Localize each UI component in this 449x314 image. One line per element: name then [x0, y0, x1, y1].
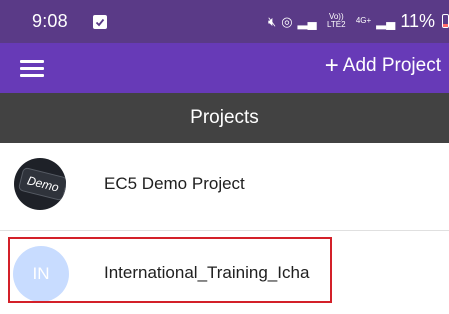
add-project-label: Add Project [342, 55, 441, 76]
project-name: EC5 Demo Project [104, 174, 245, 193]
project-avatar: Demo [14, 158, 66, 210]
projects-header: Projects [0, 93, 449, 143]
status-bar: 9:08 🔇︎ ◎ ▂▄ Vo)) LTE2 4G+ ▂▄ 11% [0, 0, 449, 43]
divider [0, 230, 449, 231]
add-project-button[interactable]: + Add Project [325, 54, 441, 78]
status-icons: 🔇︎ ◎ ▂▄ Vo)) LTE2 4G+ ▂▄ 11% [268, 9, 449, 33]
gallery-check-icon [93, 15, 107, 29]
battery-percentage: 11% [400, 10, 436, 31]
project-avatar: IN [13, 246, 69, 302]
toolbar: + Add Project [0, 43, 449, 93]
mute-icon: 🔇︎ [268, 13, 277, 29]
status-time: 9:08 [32, 11, 68, 31]
network-label: 4G+ [355, 16, 372, 25]
menu-icon[interactable] [20, 58, 46, 78]
page-title: Projects [190, 107, 259, 128]
battery-icon [442, 14, 449, 28]
plus-icon: + [324, 52, 339, 79]
signal-icon: ▂▄ [376, 13, 396, 29]
hotspot-icon: ◎ [281, 13, 293, 29]
demo-logo: Demo [17, 166, 66, 202]
volte-label: Vo)) LTE2 [327, 12, 346, 29]
project-list-item[interactable]: IN International_Training_Icha [0, 232, 449, 314]
project-list-item[interactable]: Demo EC5 Demo Project [0, 143, 449, 225]
project-name: International_Training_Icha [104, 263, 310, 282]
signal-icon: ▂▄ [297, 13, 317, 29]
